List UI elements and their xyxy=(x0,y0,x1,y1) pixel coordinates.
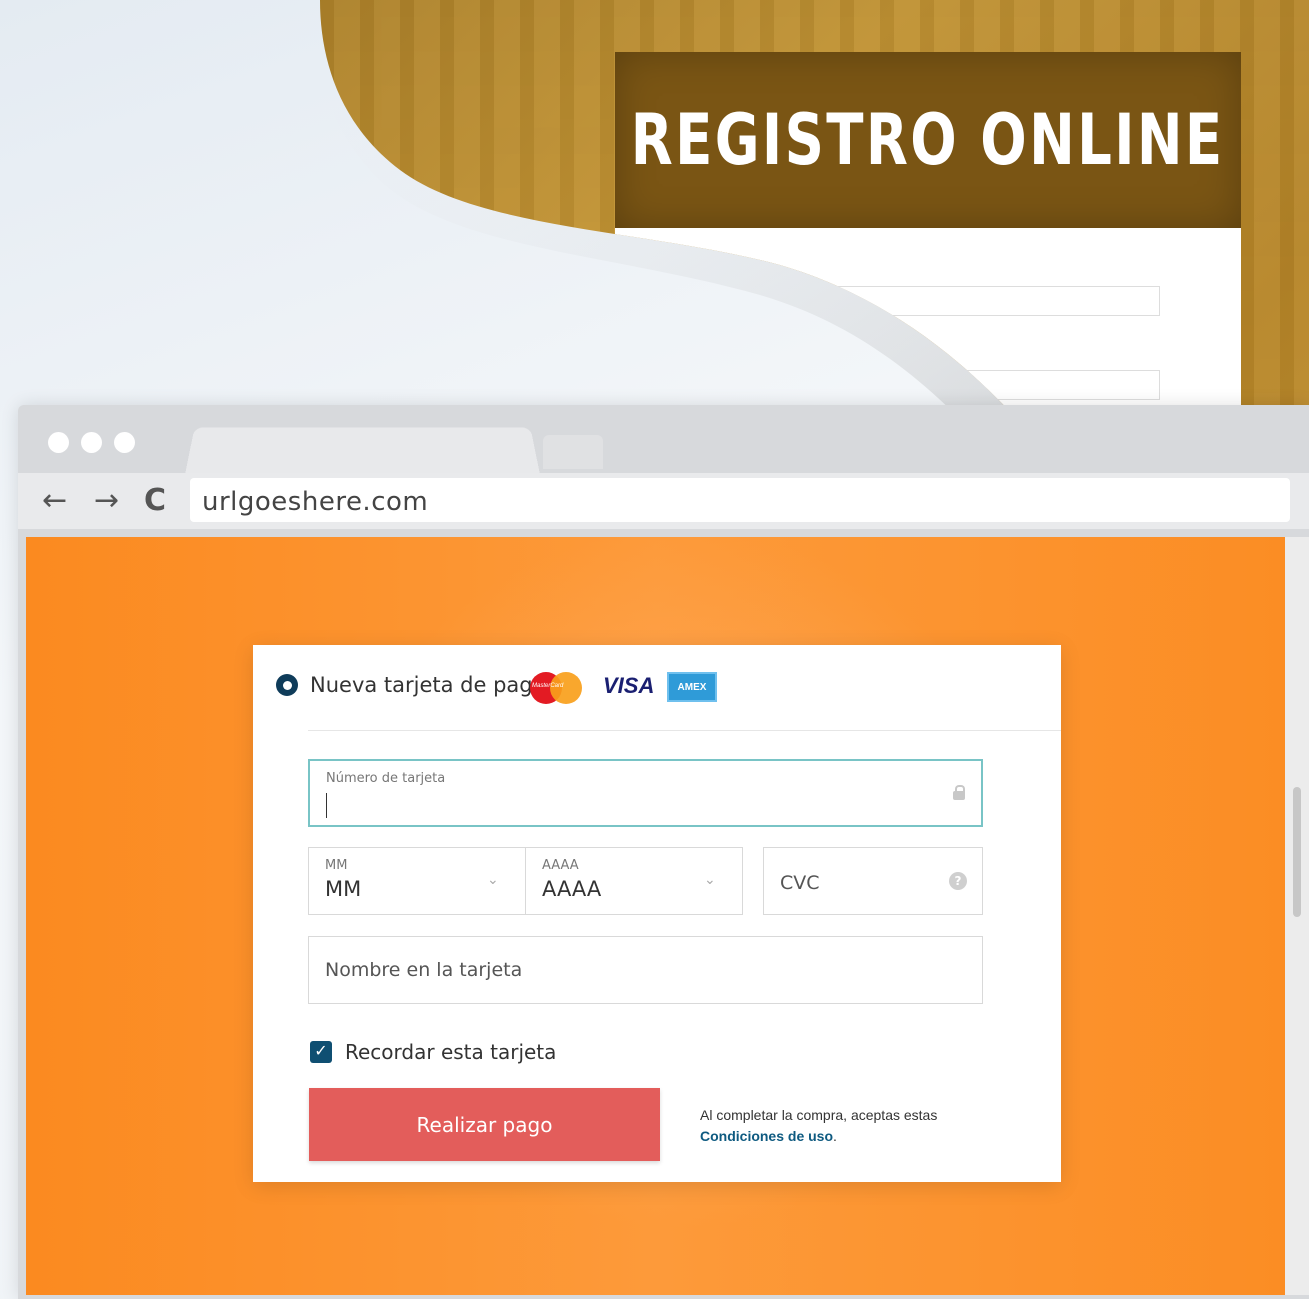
month-select[interactable]: MM MM ⌄ xyxy=(308,847,526,915)
window-close-dot[interactable] xyxy=(48,432,69,453)
amex-logo-icon: AMEX xyxy=(667,672,717,702)
chevron-down-icon: ⌄ xyxy=(704,872,716,888)
browser-toolbar: ← → C urlgoeshere.com xyxy=(18,473,1309,529)
chevron-down-icon: ⌄ xyxy=(487,872,499,888)
address-bar[interactable]: urlgoeshere.com xyxy=(190,478,1290,522)
url-text: urlgoeshere.com xyxy=(202,487,429,517)
window-minimize-dot[interactable] xyxy=(81,432,102,453)
window-maximize-dot[interactable] xyxy=(114,432,135,453)
card-number-label: Número de tarjeta xyxy=(326,771,446,786)
back-arrow-icon[interactable]: ← xyxy=(42,483,67,519)
browser-window: ← → C urlgoeshere.com Nueva tarjeta de p… xyxy=(18,405,1309,1299)
year-select[interactable]: AAAA AAAA ⌄ xyxy=(525,847,743,915)
new-tab-button[interactable] xyxy=(543,435,603,469)
new-card-option-label: Nueva tarjeta de pago xyxy=(310,673,546,697)
registration-name-input[interactable] xyxy=(695,286,1160,316)
month-value: MM xyxy=(325,877,362,901)
scrollbar-thumb[interactable] xyxy=(1293,787,1301,917)
name-on-card-placeholder: Nombre en la tarjeta xyxy=(325,959,523,981)
new-card-radio[interactable] xyxy=(276,674,298,696)
window-controls xyxy=(48,432,135,453)
registration-name-label: Nombre* xyxy=(695,266,739,278)
year-value: AAAA xyxy=(542,877,602,901)
visa-logo-icon: VISA xyxy=(603,673,655,698)
page-scrollbar[interactable] xyxy=(1285,537,1309,1295)
page-viewport: Nueva tarjeta de pago MasterCard VISA AM… xyxy=(26,537,1285,1295)
lock-icon xyxy=(953,785,965,800)
registration-title: REGISTRO ONLINE xyxy=(631,99,1225,181)
text-cursor xyxy=(326,793,327,818)
terms-period: . xyxy=(833,1128,837,1144)
terms-notice: Al completar la compra, aceptas estas Co… xyxy=(700,1105,937,1147)
mastercard-logo-icon: MasterCard xyxy=(530,672,582,704)
remember-card-checkbox[interactable]: ✓ xyxy=(310,1041,332,1063)
help-icon[interactable]: ? xyxy=(949,872,967,890)
reload-icon[interactable]: C xyxy=(144,483,166,519)
payment-card: Nueva tarjeta de pago MasterCard VISA AM… xyxy=(253,645,1061,1182)
terms-text: Al completar la compra, aceptas estas xyxy=(700,1107,938,1123)
year-label: AAAA xyxy=(542,858,579,873)
registration-header: REGISTRO ONLINE xyxy=(615,52,1241,228)
terms-link[interactable]: Condiciones de uso xyxy=(700,1128,833,1144)
month-label: MM xyxy=(325,858,348,873)
cvc-placeholder: CVC xyxy=(780,872,820,894)
registration-input-2[interactable] xyxy=(695,370,1160,400)
cvc-field[interactable]: CVC ? xyxy=(763,847,983,915)
browser-tab[interactable] xyxy=(185,427,540,474)
submit-payment-button[interactable]: Realizar pago xyxy=(309,1088,660,1161)
remember-card-label: Recordar esta tarjeta xyxy=(345,1040,557,1064)
section-divider xyxy=(308,730,1061,731)
forward-arrow-icon[interactable]: → xyxy=(94,483,119,519)
name-on-card-field[interactable]: Nombre en la tarjeta xyxy=(308,936,983,1004)
card-number-field[interactable]: Número de tarjeta xyxy=(308,759,983,827)
